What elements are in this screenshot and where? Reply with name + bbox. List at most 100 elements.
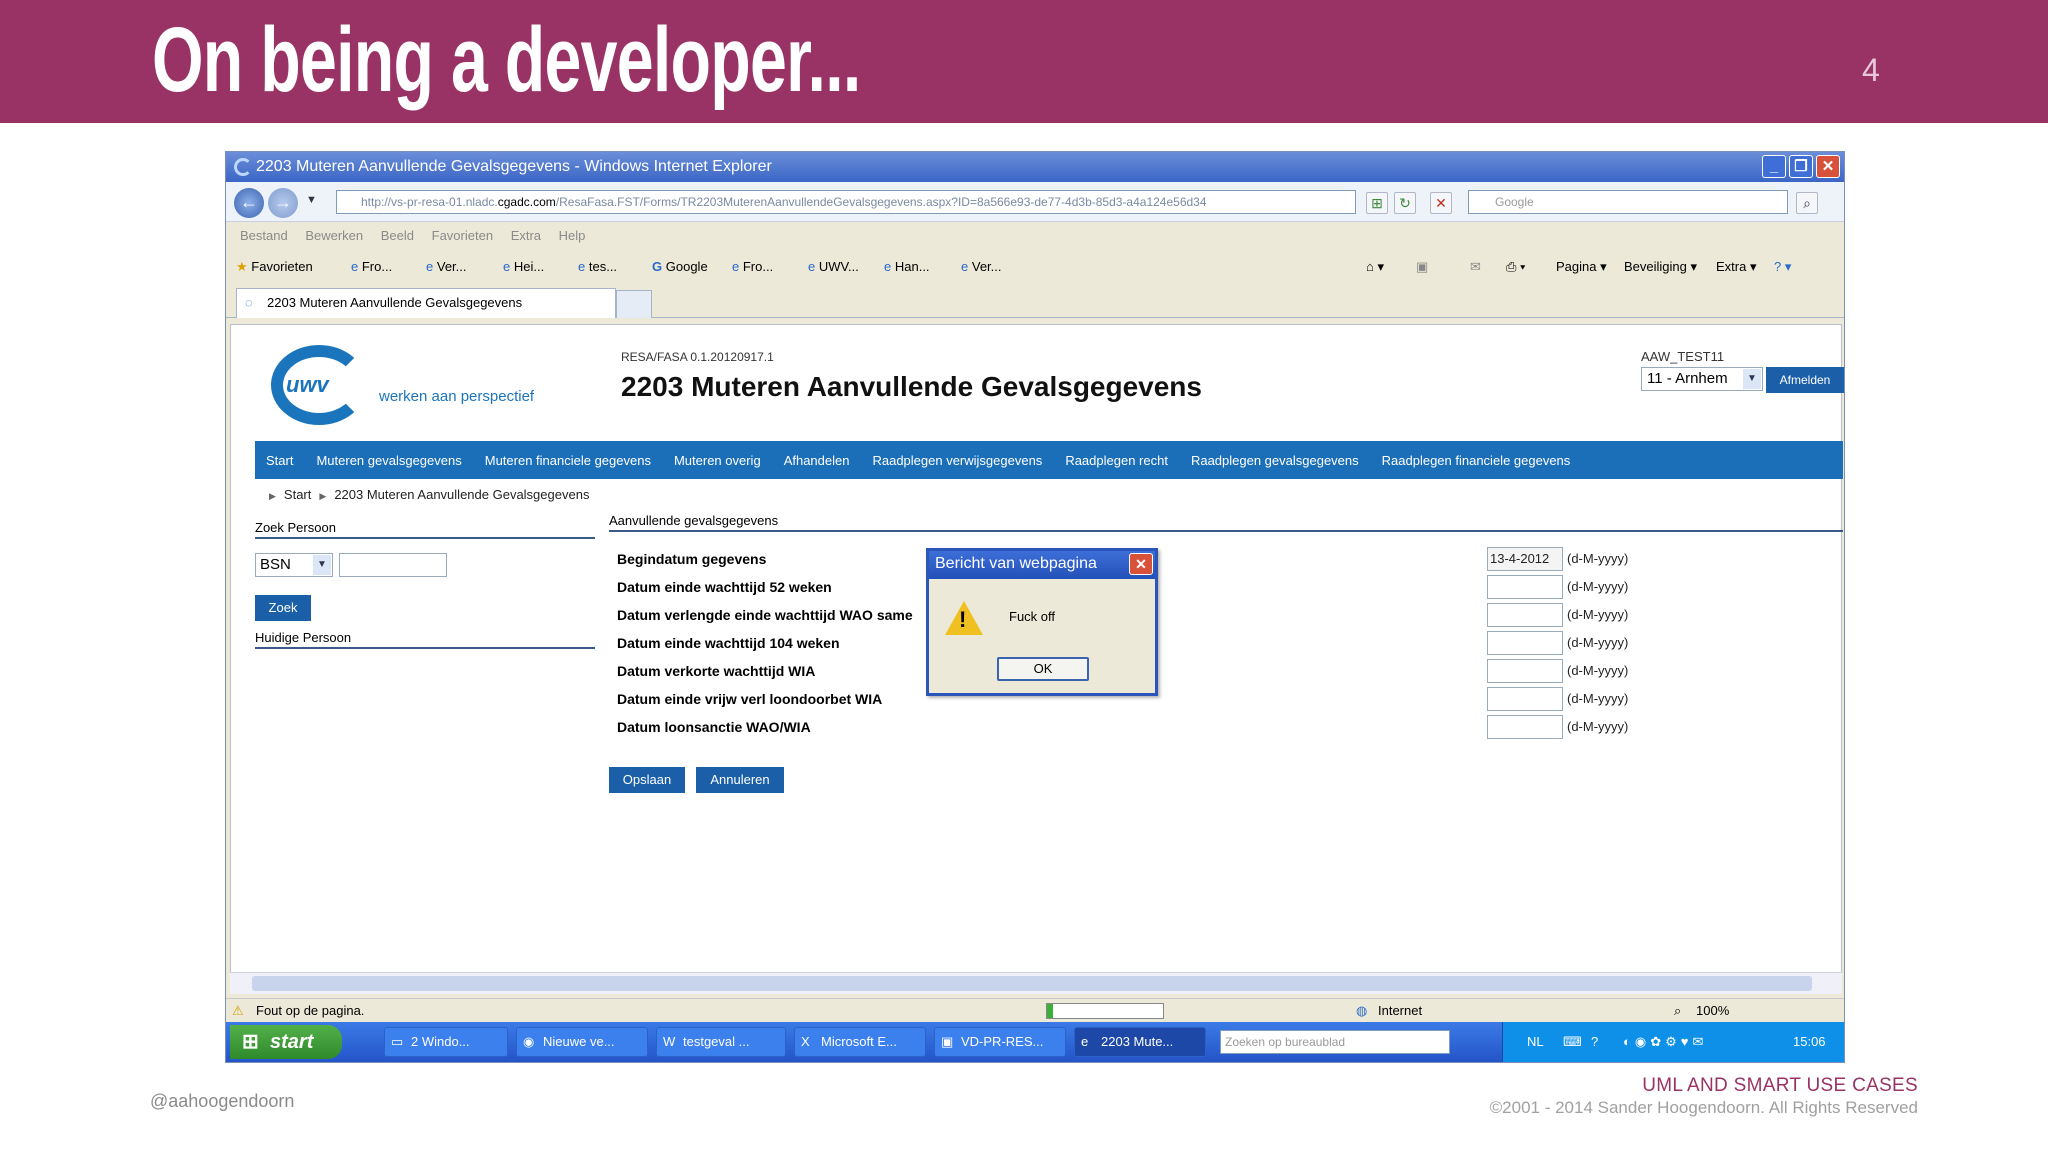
excel-icon: X — [801, 1034, 810, 1049]
date-input[interactable]: 13-4-2012 — [1487, 547, 1563, 571]
bsn-input[interactable] — [339, 553, 447, 577]
menu-bar: Bestand Bewerken Beeld Favorieten Extra … — [226, 224, 1844, 248]
zoom-level[interactable]: 100% — [1696, 999, 1729, 1023]
taskbar-item[interactable]: X Microsoft E... — [794, 1027, 926, 1057]
id-type-select[interactable]: BSN ▼ — [255, 553, 333, 577]
help-tray-icon[interactable]: ? — [1591, 1022, 1598, 1062]
cancel-button[interactable]: Annuleren — [696, 767, 784, 793]
feeds-icon[interactable]: ▣ — [1416, 252, 1428, 282]
close-window-button[interactable]: ✕ — [1816, 155, 1840, 178]
search-button[interactable]: Zoek — [255, 595, 311, 621]
tab-active[interactable]: ◌ 2203 Muteren Aanvullende Gevalsgegeven… — [236, 288, 616, 318]
forward-button[interactable]: → — [268, 188, 298, 218]
breadcrumb: ▶ Start ▶ 2203 Muteren Aanvullende Gevalsge… — [261, 487, 589, 502]
tab-bar: ◌ 2203 Muteren Aanvullende Gevalsgegeven… — [226, 284, 1844, 318]
date-input[interactable] — [1487, 575, 1563, 599]
date-input[interactable] — [1487, 631, 1563, 655]
language-indicator[interactable]: NL — [1527, 1022, 1544, 1062]
favorites-button[interactable]: ★ Favorieten — [236, 252, 313, 282]
crumb-start[interactable]: Start — [284, 487, 311, 502]
start-button[interactable]: ⊞ start — [230, 1025, 342, 1059]
refresh-icon[interactable]: ↻ — [1394, 192, 1416, 214]
nav-muteren-financiele[interactable]: Muteren financiele gegevens — [485, 453, 651, 468]
menu-bestand[interactable]: Bestand — [240, 228, 288, 243]
logout-button[interactable]: Afmelden — [1766, 367, 1844, 393]
window-titlebar[interactable]: 2203 Muteren Aanvullende Gevalsgegevens … — [226, 152, 1844, 182]
dialog-title[interactable]: Bericht van webpagina — [929, 551, 1155, 579]
menu-extra[interactable]: Extra — [511, 228, 541, 243]
desktop-search-input[interactable]: Zoeken op bureaublad — [1220, 1030, 1450, 1054]
save-button[interactable]: Opslaan — [609, 767, 685, 793]
nav-muteren-overig[interactable]: Muteren overig — [674, 453, 761, 468]
taskbar-item[interactable]: ▭ 2 Windo... — [384, 1027, 508, 1057]
fav-item[interactable]: e Ver... — [961, 252, 1002, 282]
nav-raadplegen-recht[interactable]: Raadplegen recht — [1065, 453, 1168, 468]
nav-raadplegen-financiele[interactable]: Raadplegen financiele gegevens — [1382, 453, 1571, 468]
restore-button[interactable]: ❐ — [1789, 155, 1813, 178]
help-icon[interactable]: ? ▾ — [1774, 252, 1791, 282]
fav-item[interactable]: e Han... — [884, 252, 930, 282]
fav-item[interactable]: e Fro... — [351, 252, 392, 282]
word-icon: W — [663, 1034, 676, 1049]
menu-help[interactable]: Help — [559, 228, 586, 243]
fav-item[interactable]: e Hei... — [503, 252, 544, 282]
date-format-hint: (d-M-yyyy) — [1567, 579, 1629, 594]
alert-dialog: Bericht van webpagina ✕ ! Fuck off OK — [926, 548, 1158, 696]
compat-view-icon[interactable]: ⊞ — [1366, 192, 1388, 214]
date-input[interactable] — [1487, 659, 1563, 683]
clock[interactable]: 15:06 — [1793, 1022, 1826, 1062]
menu-pagina[interactable]: Pagina ▾ — [1556, 252, 1607, 282]
menu-extra-cmd[interactable]: Extra ▾ — [1716, 252, 1756, 282]
minimize-button[interactable]: _ — [1762, 155, 1786, 178]
search-icon[interactable]: ⌕ — [1796, 192, 1818, 214]
location-value: 11 - Arnhem — [1647, 370, 1728, 387]
back-button[interactable]: ← — [234, 188, 264, 218]
date-input[interactable] — [1487, 603, 1563, 627]
chevron-down-icon: ▼ — [1743, 369, 1761, 389]
nav-start[interactable]: Start — [266, 453, 293, 468]
nav-afhandelen[interactable]: Afhandelen — [784, 453, 850, 468]
progress-fill — [1047, 1004, 1053, 1018]
search-person-header: Zoek Persoon — [255, 520, 595, 539]
fav-item[interactable]: e tes... — [578, 252, 617, 282]
status-text[interactable]: Fout op de pagina. — [256, 999, 364, 1023]
taskbar-item[interactable]: Wtestgeval ... — [656, 1027, 786, 1057]
location-select[interactable]: 11 - Arnhem ▼ — [1641, 367, 1763, 391]
menu-beeld[interactable]: Beeld — [381, 228, 414, 243]
nav-raadplegen-verwijs[interactable]: Raadplegen verwijsgegevens — [872, 453, 1042, 468]
nav-muteren-gevalsgegevens[interactable]: Muteren gevalsgegevens — [316, 453, 461, 468]
nav-raadplegen-gevals[interactable]: Raadplegen gevalsgegevens — [1191, 453, 1359, 468]
fav-item[interactable]: G Google — [652, 252, 708, 282]
menu-bewerken[interactable]: Bewerken — [305, 228, 363, 243]
home-icon[interactable]: ⌂ ▾ — [1366, 252, 1384, 282]
ie-page-icon: e — [808, 259, 816, 274]
url-field[interactable]: http://vs-pr-resa-01.nladc.cgadc.com/Res… — [336, 190, 1356, 214]
tray-icons[interactable]: ◐◉✿⚙♥✉ — [1623, 1022, 1707, 1062]
horizontal-scrollbar[interactable] — [230, 972, 1842, 994]
date-input[interactable] — [1487, 715, 1563, 739]
menu-beveiliging[interactable]: Beveiliging ▾ — [1624, 252, 1697, 282]
ie-page-icon: e — [884, 259, 892, 274]
zoom-icon[interactable]: ⌕ — [1674, 999, 1681, 1023]
date-input[interactable] — [1487, 687, 1563, 711]
mail-icon[interactable]: ✉ — [1470, 252, 1481, 282]
dialog-message: Fuck off — [1009, 609, 1056, 624]
taskbar: ⊞ start ▭ 2 Windo... ◉ Nieuwe ve... Wtestg… — [226, 1022, 1844, 1062]
fav-item[interactable]: e Ver... — [426, 252, 467, 282]
keyboard-icon[interactable]: ⌨ — [1563, 1022, 1582, 1062]
fav-item[interactable]: e Fro... — [732, 252, 773, 282]
print-icon[interactable]: ⎙ ▾ — [1506, 252, 1525, 282]
taskbar-item-active[interactable]: e 2203 Mute... — [1074, 1027, 1206, 1057]
dialog-close-button[interactable]: ✕ — [1129, 553, 1153, 575]
ok-button[interactable]: OK — [997, 657, 1089, 681]
fav-item[interactable]: e UWV... — [808, 252, 859, 282]
stop-icon[interactable]: ✕ — [1430, 192, 1452, 214]
taskbar-item[interactable]: ▣ VD-PR-RES... — [934, 1027, 1066, 1057]
new-tab-button[interactable] — [616, 290, 652, 318]
taskbar-item[interactable]: ◉ Nieuwe ve... — [516, 1027, 648, 1057]
history-dropdown-icon[interactable]: ▼ — [306, 194, 317, 206]
menu-favorieten[interactable]: Favorieten — [432, 228, 493, 243]
scrollbar-thumb[interactable] — [252, 976, 1812, 991]
warning-small-icon[interactable]: ⚠ — [232, 999, 244, 1023]
search-input[interactable]: Google — [1468, 190, 1788, 214]
